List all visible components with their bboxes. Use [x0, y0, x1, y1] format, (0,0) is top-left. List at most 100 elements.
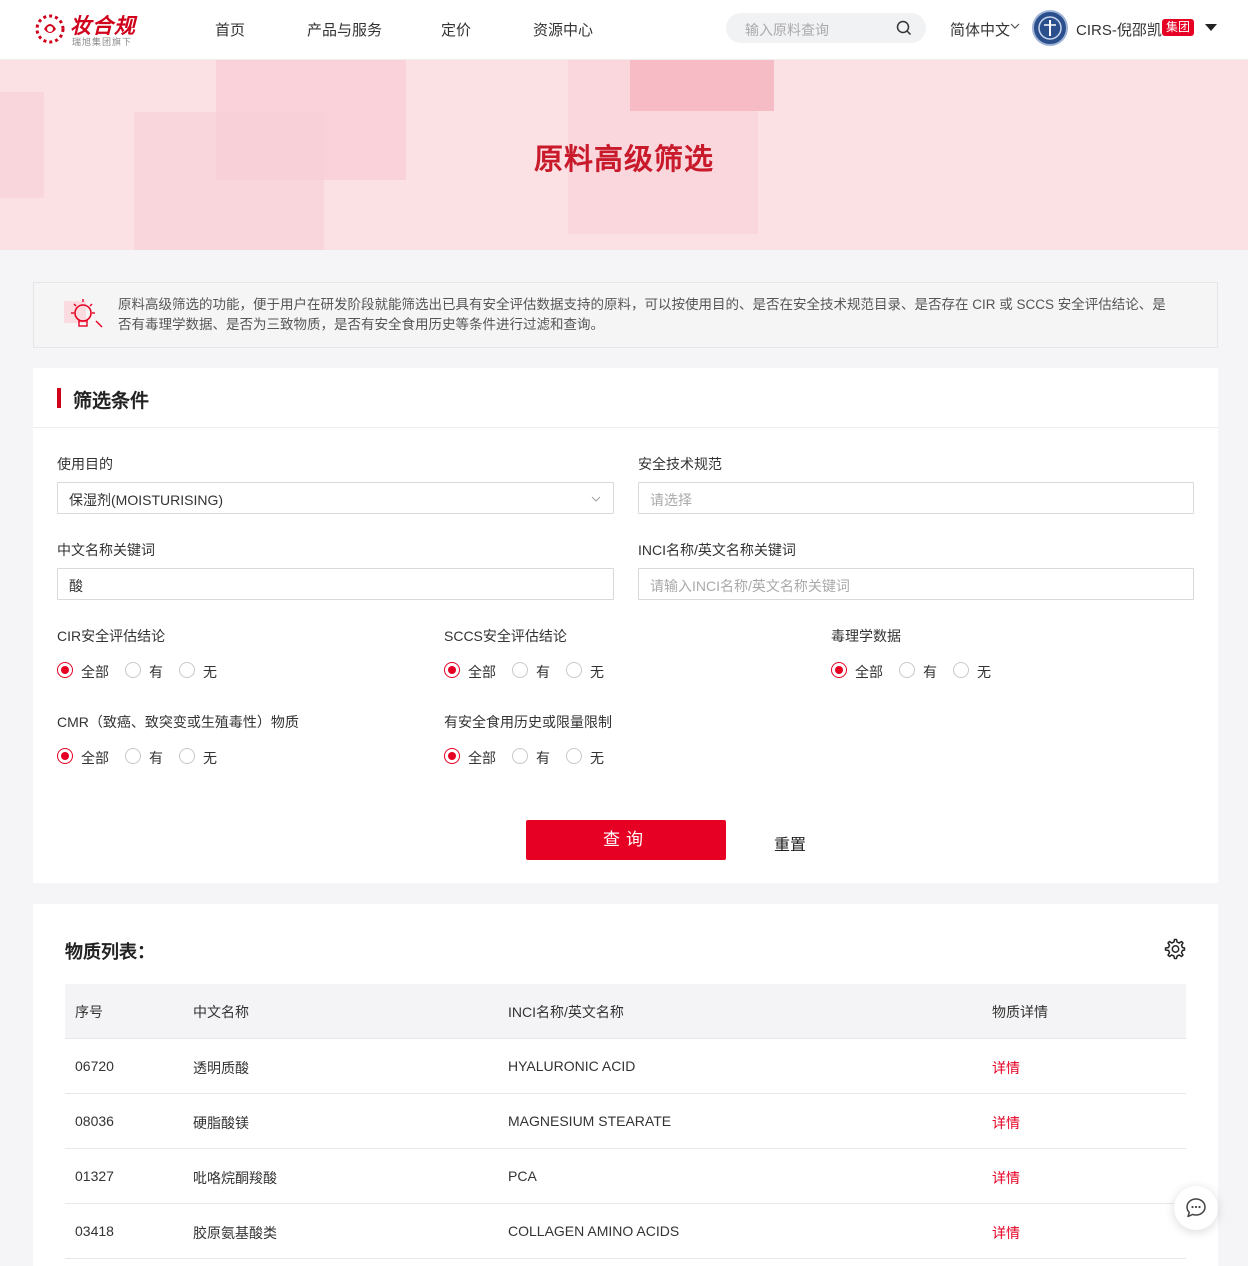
filter-header: 筛选条件 — [33, 368, 1218, 428]
caret-down-icon[interactable] — [1205, 24, 1217, 31]
reset-button[interactable]: 重置 — [774, 831, 806, 855]
search-placeholder: 输入原料查询 — [745, 22, 829, 38]
chat-button[interactable] — [1174, 1186, 1218, 1230]
radio-dot — [899, 662, 915, 678]
row-cn-name: 吡咯烷酮羧酸 — [193, 1170, 277, 1186]
avatar-emblem-icon — [1038, 16, 1062, 40]
logo-subtext: 瑞旭集团旗下 — [72, 37, 133, 47]
table-row: 03418 胶原氨基酸类 COLLAGEN AMINO ACIDS 详情 — [65, 1204, 1186, 1259]
column-header-inci-name: INCI名称/英文名称 — [508, 1004, 624, 1020]
notice-text: 原料高级筛选的功能，便于用户在研发阶段就能筛选出已具有安全评估数据支持的原料，可… — [118, 297, 1166, 332]
radio-label: 无 — [977, 664, 991, 680]
row-inci-name: PCA — [508, 1168, 537, 1184]
radio-label: 无 — [203, 750, 217, 766]
cn-keyword-label: 中文名称关键词 — [57, 542, 155, 558]
radio-label: 有 — [923, 664, 937, 680]
chevron-down-icon — [591, 496, 601, 502]
safety-standard-label: 安全技术规范 — [638, 456, 722, 472]
search-input[interactable]: 输入原料查询 — [726, 13, 926, 43]
row-inci-name: MAGNESIUM STEARATE — [508, 1113, 672, 1129]
logo[interactable]: 妆合规 瑞旭集团旗下 — [32, 9, 142, 49]
row-index: 08036 — [75, 1113, 114, 1129]
radio-dot — [512, 662, 528, 678]
row-detail-link[interactable]: 详情 — [992, 1113, 1020, 1133]
chat-icon — [1186, 1198, 1206, 1218]
food-history-radio-group: 全部 有 无 — [444, 746, 644, 766]
nav-item-resources[interactable]: 资源中心 — [533, 19, 593, 40]
inci-keyword-input[interactable]: 请输入INCI名称/英文名称关键词 — [638, 568, 1194, 600]
radio-dot — [57, 662, 73, 678]
radio-dot — [444, 662, 460, 678]
tox-label: 毒理学数据 — [831, 628, 901, 644]
safety-standard-placeholder: 请选择 — [650, 492, 692, 508]
user-name[interactable]: CIRS-倪邵凯 — [1076, 19, 1162, 40]
page-title: 原料高级筛选 — [533, 144, 714, 176]
radio-label: 有 — [536, 664, 550, 680]
radio-dot — [179, 748, 195, 764]
radio-label: 全部 — [81, 750, 109, 766]
purpose-label: 使用目的 — [57, 456, 113, 472]
radio-label: 全部 — [468, 664, 496, 680]
row-inci-name: COLLAGEN AMINO ACIDS — [508, 1223, 680, 1239]
table-row: 08036 硬脂酸镁 MAGNESIUM STEARATE 详情 — [65, 1094, 1186, 1149]
search-icon[interactable] — [896, 20, 912, 36]
gear-icon[interactable] — [1164, 938, 1186, 960]
cn-keyword-value: 酸 — [69, 578, 83, 594]
cmr-label: CMR（致癌、致突变或生殖毒性）物质 — [57, 714, 299, 730]
food-history-label: 有安全食用历史或限量限制 — [444, 714, 612, 730]
radio-label: 无 — [590, 664, 604, 680]
cir-radio-group: 全部 有 无 — [57, 660, 257, 680]
purpose-value: 保湿剂(MOISTURISING) — [69, 492, 223, 508]
radio-dot — [444, 748, 460, 764]
row-detail-link[interactable]: 详情 — [992, 1058, 1020, 1078]
row-cn-name: 胶原氨基酸类 — [193, 1225, 277, 1241]
column-header-detail: 物质详情 — [992, 1004, 1048, 1020]
table-row: 01327 吡咯烷酮羧酸 PCA 详情 — [65, 1149, 1186, 1204]
radio-dot — [566, 662, 582, 678]
radio-label: 无 — [590, 750, 604, 766]
row-index: 03418 — [75, 1223, 114, 1239]
radio-dot — [125, 662, 141, 678]
hero-banner: 原料高级筛选 — [0, 60, 1248, 250]
feature-notice: 原料高级筛选的功能，便于用户在研发阶段就能筛选出已具有安全评估数据支持的原料，可… — [33, 282, 1218, 348]
radio-label: 全部 — [81, 664, 109, 680]
logo-mark-icon — [35, 14, 65, 44]
column-header-index: 序号 — [75, 1004, 103, 1020]
title-accent-bar — [57, 388, 61, 408]
cir-label: CIR安全评估结论 — [57, 628, 166, 644]
row-cn-name: 透明质酸 — [193, 1060, 249, 1076]
row-cn-name: 硬脂酸镁 — [193, 1115, 249, 1131]
row-index: 01327 — [75, 1168, 114, 1184]
radio-label: 有 — [536, 750, 550, 766]
nav-item-pricing[interactable]: 定价 — [441, 19, 471, 40]
radio-dot — [831, 662, 847, 678]
row-detail-link[interactable]: 详情 — [992, 1168, 1020, 1188]
inci-keyword-label: INCI名称/英文名称关键词 — [638, 542, 796, 558]
radio-label: 有 — [149, 750, 163, 766]
nav-item-products[interactable]: 产品与服务 — [307, 19, 382, 40]
cn-keyword-input[interactable]: 酸 — [57, 568, 614, 600]
safety-standard-select[interactable]: 请选择 — [638, 482, 1194, 514]
row-index: 06720 — [75, 1058, 114, 1074]
top-navbar: 妆合规 瑞旭集团旗下 首页 产品与服务 定价 资源中心 输入原料查询 简体中文 … — [0, 0, 1248, 60]
radio-label: 全部 — [468, 750, 496, 766]
chevron-down-icon[interactable] — [1009, 20, 1021, 32]
radio-label: 全部 — [855, 664, 883, 680]
table-header: 序号 中文名称 INCI名称/英文名称 物质详情 — [65, 984, 1186, 1039]
filter-title: 筛选条件 — [73, 391, 150, 412]
query-button[interactable]: 查询 — [526, 820, 726, 860]
nav-item-home[interactable]: 首页 — [215, 19, 245, 40]
radio-label: 有 — [149, 664, 163, 680]
cmr-radio-group: 全部 有 无 — [57, 746, 257, 766]
lightbulb-icon — [64, 299, 103, 328]
sccs-label: SCCS安全评估结论 — [444, 628, 567, 644]
row-detail-link[interactable]: 详情 — [992, 1223, 1020, 1243]
purpose-select[interactable]: 保湿剂(MOISTURISING) — [57, 482, 614, 514]
tox-radio-group: 全部 有 无 — [831, 660, 1031, 680]
language-selector[interactable]: 简体中文 — [950, 19, 1010, 40]
row-inci-name: HYALURONIC ACID — [508, 1058, 636, 1074]
results-panel: 物质列表： 序号 中文名称 INCI名称/英文名称 物质详情 06720 透明质… — [33, 904, 1218, 1266]
avatar[interactable] — [1032, 10, 1068, 46]
group-badge: 集团 — [1162, 19, 1195, 36]
radio-label: 无 — [203, 664, 217, 680]
